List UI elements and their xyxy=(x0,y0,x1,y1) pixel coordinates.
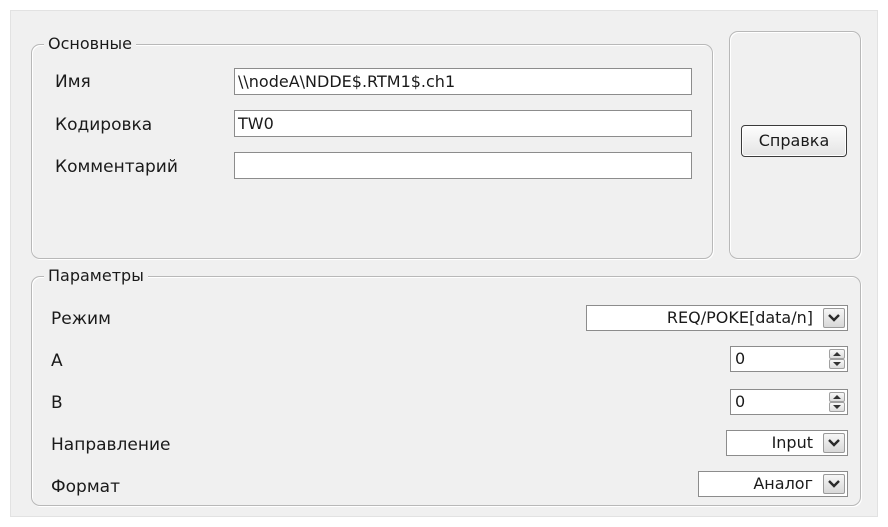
b-spin-down-button[interactable] xyxy=(829,402,845,412)
b-label: B xyxy=(51,393,63,413)
help-button[interactable]: Справка xyxy=(741,125,847,157)
mode-select[interactable]: REQ/POKE[data/n] xyxy=(586,305,848,331)
name-field[interactable]: \\nodeA\NDDE$.RTM1$.ch1 xyxy=(234,68,692,95)
name-label: Имя xyxy=(55,72,91,92)
b-spin-up-button[interactable] xyxy=(829,392,845,402)
a-spinbox-value: 0 xyxy=(735,349,746,368)
format-select-value: Аналог xyxy=(753,474,813,493)
properties-dialog: Основные Имя \\nodeA\NDDE$.RTM1$.ch1 Код… xyxy=(10,10,878,517)
a-label: A xyxy=(51,351,63,371)
a-spinbox[interactable]: 0 xyxy=(730,346,848,372)
mode-label: Режим xyxy=(51,309,111,329)
mode-dropdown-button[interactable] xyxy=(823,308,845,328)
comment-label: Комментарий xyxy=(55,157,178,177)
a-spin-down-button[interactable] xyxy=(829,359,845,369)
chevron-down-icon xyxy=(828,480,840,488)
direction-select[interactable]: Input xyxy=(726,430,848,456)
direction-select-value: Input xyxy=(771,433,813,452)
direction-dropdown-button[interactable] xyxy=(823,433,845,453)
b-spinbox[interactable]: 0 xyxy=(730,389,848,415)
params-group-title: Параметры xyxy=(44,265,148,287)
spin-down-icon xyxy=(833,362,841,366)
format-dropdown-button[interactable] xyxy=(823,474,845,494)
direction-label: Направление xyxy=(51,435,171,455)
b-spinbox-value: 0 xyxy=(735,392,746,411)
encoding-field[interactable]: TW0 xyxy=(234,110,692,137)
chevron-down-icon xyxy=(828,314,840,322)
mode-select-value: REQ/POKE[data/n] xyxy=(666,308,813,327)
chevron-down-icon xyxy=(828,439,840,447)
spin-down-icon xyxy=(833,405,841,409)
main-group-title: Основные xyxy=(44,33,137,55)
format-select[interactable]: Аналог xyxy=(698,471,848,497)
a-spin-up-button[interactable] xyxy=(829,349,845,359)
comment-field[interactable] xyxy=(234,152,692,179)
format-label: Формат xyxy=(51,477,120,497)
encoding-label: Кодировка xyxy=(55,115,153,135)
spin-up-icon xyxy=(833,352,841,356)
spin-up-icon xyxy=(833,395,841,399)
